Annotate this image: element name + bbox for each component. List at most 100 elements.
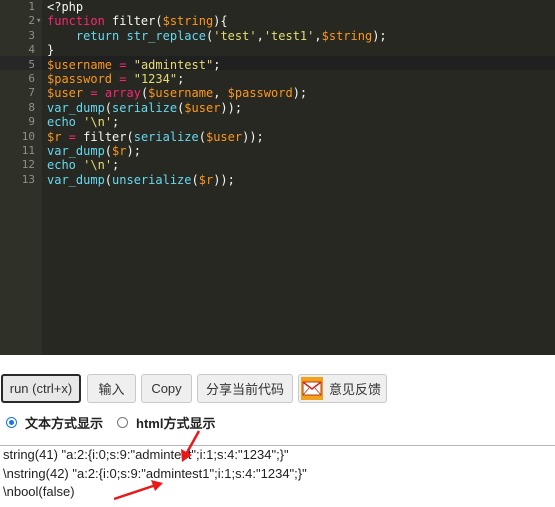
line-number: 2 [28,14,35,28]
code-token: $user [47,86,84,101]
code-token: $password [227,86,293,101]
code-token: $r [112,143,127,158]
code-token: $r [47,129,62,144]
code-token: function [47,14,105,29]
code-line[interactable]: 11 var_dump($r); [0,144,555,158]
code-line[interactable]: 10 $r = filter(serialize($user)); [0,130,555,144]
code-line[interactable]: 9 echo '\n'; [0,115,555,129]
code-line[interactable]: 1 <?php [0,0,555,14]
code-token: ; [177,71,185,86]
code-token: ( [104,172,113,187]
code-token: ); [126,143,141,158]
code-token: )); [220,100,243,115]
code-token: 'test' [213,28,257,43]
code-token: , [256,28,264,43]
code-token: filter( [104,14,163,29]
code-token: ( [191,172,199,187]
line-number: 12 [21,158,35,172]
code-token: filter( [83,129,134,144]
line-number: 13 [21,172,35,186]
code-text: function filter($string){ [47,14,228,28]
display-mode-group: 文本方式显示 html方式显示 [6,413,229,431]
code-token: $string [162,14,214,29]
code-token: $password [47,71,113,86]
code-token: ( [104,143,113,158]
code-text: return str_replace('test','test1',$strin… [47,29,387,43]
code-token: '\n' [83,158,113,173]
code-text: var_dump(unserialize($r)); [47,173,235,187]
copy-button[interactable]: Copy [141,374,192,403]
code-text: $username = "admintest"; [47,58,220,72]
line-number: 4 [28,43,35,57]
code-line[interactable]: 8 var_dump(serialize($user)); [0,101,555,115]
code-text: $user = array($username, $password); [47,86,307,100]
code-token: , [213,86,228,101]
code-token: } [47,43,55,58]
run-button[interactable]: run (ctrl+x) [1,374,81,403]
code-token: $user [205,129,243,144]
radio-html-mode[interactable]: html方式显示 [117,413,215,432]
code-text: <?php [47,0,83,14]
code-token: $user [184,100,221,115]
line-number: 9 [28,115,35,129]
code-line[interactable]: 7 $user = array($username, $password); [0,86,555,100]
code-token: = [112,57,134,72]
code-editor[interactable]: 1 <?php 2 ▾ function filter($string){3 retur… [0,0,555,355]
code-line[interactable]: 12 echo '\n'; [0,158,555,172]
code-text: var_dump($r); [47,144,141,158]
radio-text-mode[interactable]: 文本方式显示 [6,413,103,432]
code-token: serialize [112,100,178,115]
output-line: \nbool(false) [3,484,75,499]
code-token: 'test1' [263,28,315,43]
code-token: serialize [133,129,199,144]
code-token: ); [372,28,387,43]
output-panel: string(41) "a:2:{i:0;s:9:"admintest";i:1… [0,445,555,507]
code-token: var_dump [47,143,105,158]
line-number: 5 [28,57,35,71]
code-token: ( [198,129,206,144]
code-line[interactable]: 4} [0,43,555,57]
code-token: = [112,71,134,86]
code-text: $password = "1234"; [47,72,184,86]
radio-text-mode-label: 文本方式显示 [25,415,104,431]
line-number: 8 [28,100,35,114]
php-online-runner: 1 <?php 2 ▾ function filter($string){3 retur… [0,0,555,507]
share-code-button[interactable]: 分享当前代码 [197,374,293,403]
code-token: )); [213,172,235,187]
code-line[interactable]: 5 $username = "admintest"; [0,58,555,72]
output-line: string(41) "a:2:{i:0;s:9:"admintest";i:1… [3,447,289,462]
code-text: } [47,43,54,57]
code-text: $r = filter(serialize($user)); [47,130,264,144]
code-token: var_dump [47,172,105,187]
code-token: = [61,129,84,144]
code-line[interactable]: 3 return str_replace('test','test1',$str… [0,29,555,43]
code-token: "1234" [133,71,178,86]
code-token: array [104,86,141,101]
radio-text-mode-dot[interactable] [6,416,17,428]
feedback-button[interactable]: 意见反馈 [298,374,387,403]
code-token: "admintest" [133,57,214,72]
code-token: echo [47,115,76,130]
code-token: ){ [213,14,228,29]
input-button[interactable]: 输入 [87,374,136,403]
code-text: echo '\n'; [47,158,119,172]
code-line[interactable]: 2 ▾ function filter($string){ [0,14,555,28]
code-token: $string [321,28,373,43]
code-token: '\n' [83,115,113,130]
code-token: ( [104,100,113,115]
fold-arrow-icon[interactable]: ▾ [36,14,41,28]
code-line[interactable]: 13 var_dump(unserialize($r)); [0,173,555,187]
code-token: var_dump [47,100,105,115]
code-token: )); [242,129,264,144]
code-token: ; [112,115,120,130]
code-line[interactable]: 6 $password = "1234"; [0,72,555,86]
code-token: str_replace [126,28,206,43]
code-lines: 1 <?php 2 ▾ function filter($string){3 retur… [0,0,555,187]
code-token: return [75,28,120,43]
output-line: \nstring(42) "a:2:{i:0;s:9:"admintest1";… [3,465,307,481]
code-text: echo '\n'; [47,115,119,129]
radio-html-mode-dot[interactable] [117,416,129,428]
line-number: 7 [28,86,35,100]
code-token: , [314,28,322,43]
